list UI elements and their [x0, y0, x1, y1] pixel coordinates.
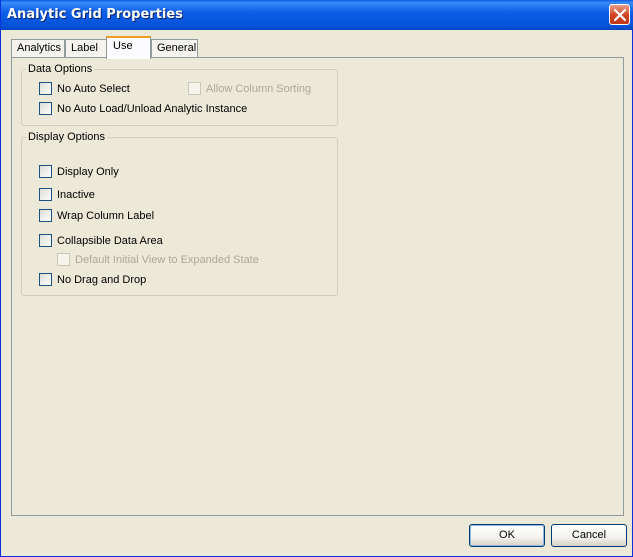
title-bar[interactable]: Analytic Grid Properties — [1, 0, 633, 30]
checkbox-box[interactable] — [39, 82, 52, 95]
default-initial-view-checkbox: Default Initial View to Expanded State — [57, 253, 259, 266]
checkbox-box[interactable] — [39, 188, 52, 201]
checkbox-box — [57, 253, 70, 266]
checkbox-label: Wrap Column Label — [57, 209, 155, 222]
tab-label: General — [157, 42, 197, 54]
close-button[interactable] — [609, 4, 630, 25]
checkbox-label: Display Only — [57, 165, 119, 178]
tab-analytics[interactable]: Analytics — [11, 39, 65, 58]
checkbox-box — [188, 82, 201, 95]
no-drag-and-drop-checkbox[interactable]: No Drag and Drop — [39, 273, 146, 286]
tab-label-tab[interactable]: Label — [65, 39, 107, 58]
tab-label: Use — [113, 40, 133, 52]
cancel-button[interactable]: Cancel — [551, 524, 627, 547]
display-options-legend: Display Options — [28, 131, 106, 143]
checkbox-box[interactable] — [39, 273, 52, 286]
window-title: Analytic Grid Properties — [7, 7, 183, 22]
no-auto-select-checkbox[interactable]: No Auto Select — [39, 82, 130, 95]
checkbox-box[interactable] — [39, 165, 52, 178]
checkbox-label: Collapsible Data Area — [57, 234, 163, 247]
tab-use[interactable]: Use — [106, 36, 151, 59]
wrap-column-label-checkbox[interactable]: Wrap Column Label — [39, 209, 154, 222]
checkbox-label: No Auto Load/Unload Analytic Instance — [57, 102, 248, 115]
ok-button[interactable]: OK — [469, 524, 545, 547]
checkbox-box[interactable] — [39, 102, 52, 115]
checkbox-label: Default Initial View to Expanded State — [75, 253, 259, 266]
tab-label: Label — [71, 42, 98, 54]
data-options-legend: Data Options — [28, 63, 93, 75]
inactive-checkbox[interactable]: Inactive — [39, 188, 95, 201]
checkbox-label: Inactive — [57, 188, 95, 201]
no-auto-load-checkbox[interactable]: No Auto Load/Unload Analytic Instance — [39, 102, 247, 115]
dialog-window: Analytic Grid Properties Analytics Label… — [0, 0, 633, 557]
close-icon — [614, 9, 626, 21]
collapsible-data-area-checkbox[interactable]: Collapsible Data Area — [39, 234, 163, 247]
checkbox-label: No Drag and Drop — [57, 273, 147, 286]
checkbox-box[interactable] — [39, 209, 52, 222]
display-only-checkbox[interactable]: Display Only — [39, 165, 119, 178]
checkbox-label: Allow Column Sorting — [206, 82, 312, 95]
tab-panel-use: Data Options No Auto Select Allow Column… — [11, 57, 624, 516]
checkbox-box[interactable] — [39, 234, 52, 247]
tab-general[interactable]: General — [151, 39, 198, 58]
allow-column-sorting-checkbox: Allow Column Sorting — [188, 82, 311, 95]
checkbox-label: No Auto Select — [57, 82, 130, 95]
tab-label: Analytics — [17, 42, 62, 54]
